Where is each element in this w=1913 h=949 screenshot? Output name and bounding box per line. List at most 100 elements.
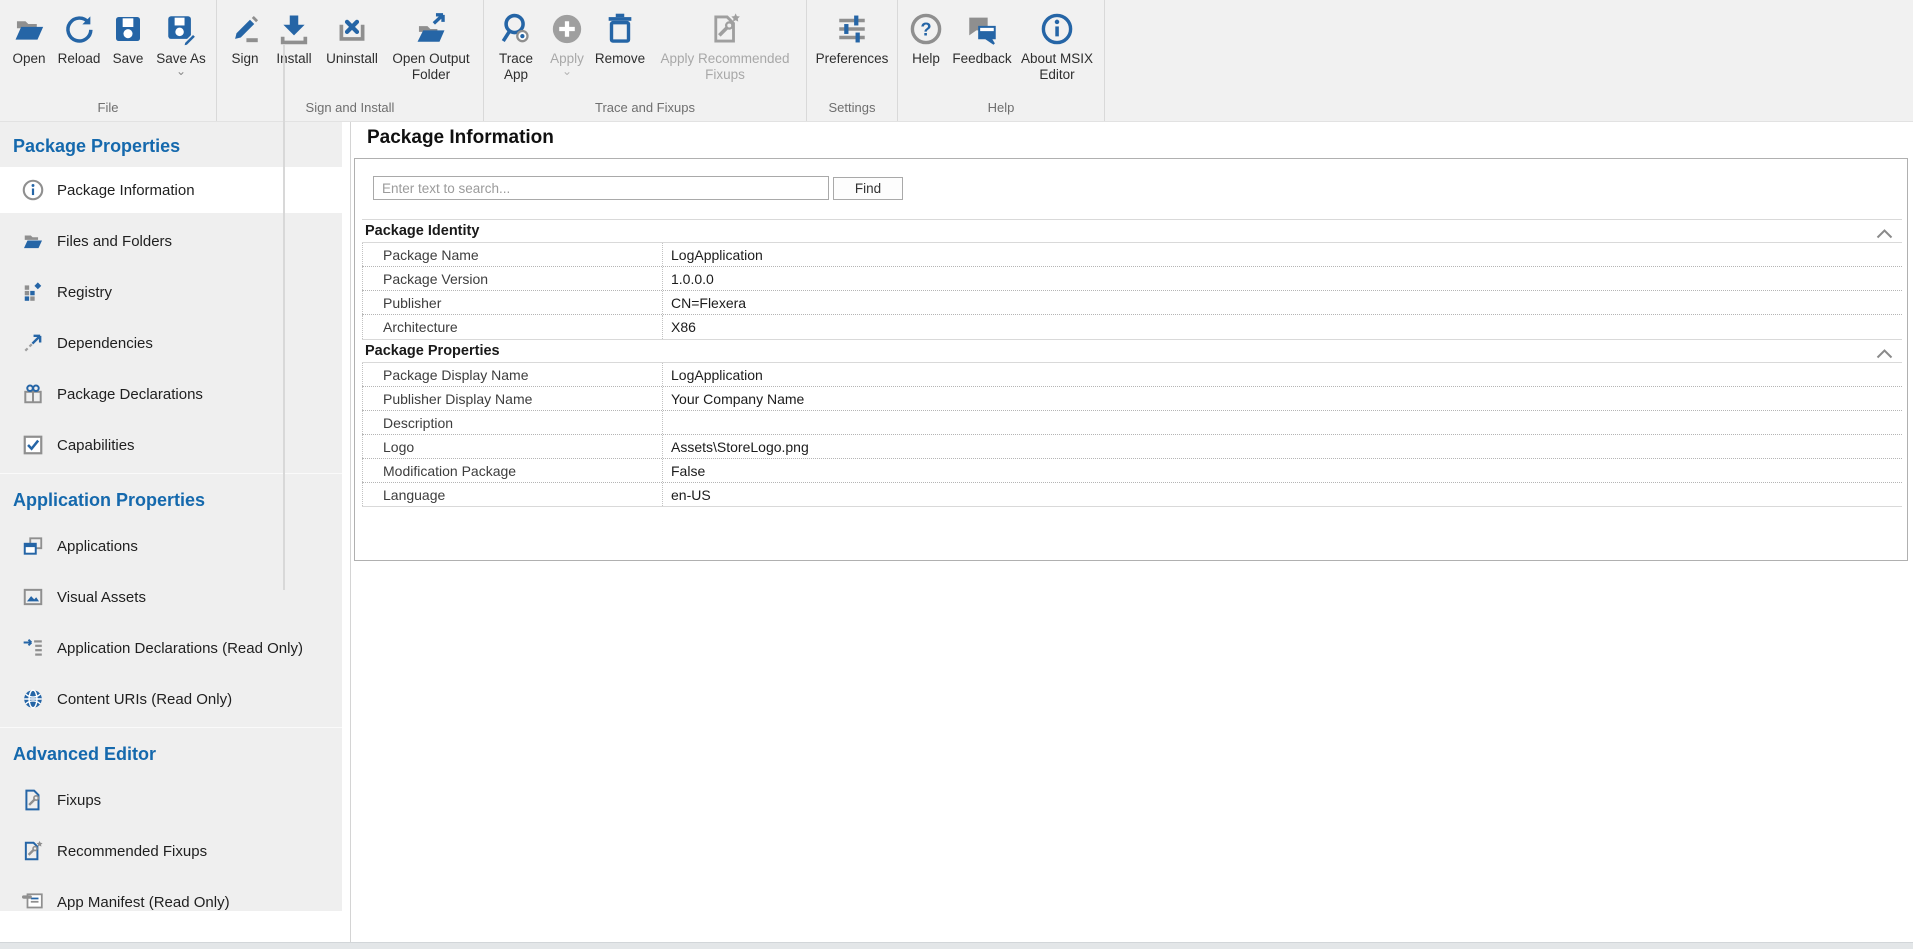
uninstall-x-icon	[333, 9, 371, 49]
remove-button[interactable]: Remove	[591, 0, 649, 67]
gift-box-icon	[22, 383, 44, 405]
search-input[interactable]	[373, 176, 829, 200]
sidebar-scrollbar[interactable]	[283, 45, 285, 590]
ribbon-group-label-settings: Settings	[807, 99, 897, 121]
ribbon-group-help: ? Help Feedback About MSIX Editor Help	[898, 0, 1105, 121]
row-value[interactable]: CN=Flexera	[663, 291, 1902, 314]
table-row-package-name[interactable]: Package Name LogApplication	[362, 243, 1902, 267]
sign-button[interactable]: Sign	[222, 0, 268, 67]
table-row-package-display-name[interactable]: Package Display Name LogApplication	[362, 363, 1902, 387]
open-output-folder-button[interactable]: Open Output Folder	[384, 0, 478, 83]
sidebar-item-label: Applications	[57, 538, 138, 555]
table-row-package-version[interactable]: Package Version 1.0.0.0	[362, 267, 1902, 291]
uninstall-label: Uninstall	[326, 51, 378, 67]
sidebar-item-visual-assets[interactable]: Visual Assets	[0, 574, 342, 620]
row-value[interactable]	[663, 411, 1902, 434]
reload-button[interactable]: Reload	[53, 0, 105, 67]
image-icon	[22, 586, 44, 608]
save-as-button[interactable]: Save As ⌄	[151, 0, 211, 77]
row-value[interactable]: Your Company Name	[663, 387, 1902, 410]
chevron-up-icon[interactable]	[1876, 227, 1893, 243]
feedback-button[interactable]: Feedback	[949, 0, 1015, 67]
sidebar-item-capabilities[interactable]: Capabilities	[0, 422, 342, 468]
row-value[interactable]: False	[663, 459, 1902, 482]
sidebar-item-registry[interactable]: Registry	[0, 269, 342, 315]
row-value[interactable]: en-US	[663, 483, 1902, 506]
section-header-package-identity[interactable]: Package Identity	[362, 219, 1902, 243]
package-information-panel: Find Package Identity Package Name LogAp…	[354, 158, 1908, 561]
row-label: Logo	[362, 435, 663, 458]
open-button[interactable]: Open	[5, 0, 53, 67]
table-row-logo[interactable]: Logo Assets\StoreLogo.png	[362, 435, 1902, 459]
table-row-architecture[interactable]: Architecture X86	[362, 315, 1902, 339]
table-row-modification-package[interactable]: Modification Package False	[362, 459, 1902, 483]
trace-app-icon	[497, 9, 535, 49]
property-grid: Package Identity Package Name LogApplica…	[362, 219, 1902, 507]
trace-app-button[interactable]: Trace App	[489, 0, 543, 83]
sidebar-content-splitter[interactable]	[350, 122, 351, 942]
apply-plus-icon	[548, 9, 586, 49]
ribbon-group-settings: Preferences Settings	[807, 0, 898, 121]
find-button[interactable]: Find	[833, 177, 903, 200]
reload-icon	[60, 9, 98, 49]
sidebar-item-package-information[interactable]: Package Information	[0, 167, 342, 213]
manifest-icon	[22, 891, 44, 911]
install-button[interactable]: Install	[268, 0, 320, 67]
sidebar-item-label: Content URIs (Read Only)	[57, 691, 232, 708]
row-value[interactable]: 1.0.0.0	[663, 267, 1902, 290]
bottom-status-strip	[0, 942, 1913, 949]
row-label: Package Display Name	[362, 363, 663, 386]
table-row-description[interactable]: Description	[362, 411, 1902, 435]
dependency-arrow-icon	[22, 332, 44, 354]
table-row-publisher[interactable]: Publisher CN=Flexera	[362, 291, 1902, 315]
ribbon-group-label-file: File	[0, 99, 216, 121]
save-as-dropdown-chevron[interactable]: ⌄	[176, 67, 186, 77]
row-label: Architecture	[362, 315, 663, 339]
help-question-icon: ?	[907, 9, 945, 49]
save-button[interactable]: Save	[105, 0, 151, 67]
sidebar-navigation: Package Properties Package Information F…	[0, 122, 342, 911]
apply-button[interactable]: Apply ⌄	[543, 0, 591, 77]
help-button[interactable]: ? Help	[903, 0, 949, 67]
sign-label: Sign	[231, 51, 258, 67]
sidebar-item-package-declarations[interactable]: Package Declarations	[0, 371, 342, 417]
preferences-button[interactable]: Preferences	[812, 0, 892, 67]
sidebar-item-label: Visual Assets	[57, 589, 146, 606]
uninstall-button[interactable]: Uninstall	[320, 0, 384, 67]
save-icon	[109, 9, 147, 49]
open-output-folder-label: Open Output Folder	[384, 51, 478, 83]
sidebar-heading-package-properties: Package Properties	[0, 122, 342, 167]
sidebar-item-content-uris[interactable]: Content URIs (Read Only)	[0, 676, 342, 722]
sidebar-item-fixups[interactable]: Fixups	[0, 777, 342, 823]
row-label: Publisher	[362, 291, 663, 314]
sidebar-item-label: Registry	[57, 284, 112, 301]
about-info-icon	[1038, 9, 1076, 49]
row-value[interactable]: LogApplication	[663, 243, 1902, 266]
sidebar-item-recommended-fixups[interactable]: Recommended Fixups	[0, 828, 342, 874]
sidebar-item-label: Fixups	[57, 792, 101, 809]
table-row-language[interactable]: Language en-US	[362, 483, 1902, 507]
row-label: Publisher Display Name	[362, 387, 663, 410]
reload-label: Reload	[58, 51, 101, 67]
sidebar-item-files-and-folders[interactable]: Files and Folders	[0, 218, 342, 264]
row-label: Package Version	[362, 267, 663, 290]
sidebar-item-app-manifest[interactable]: App Manifest (Read Only)	[0, 879, 342, 911]
install-label: Install	[276, 51, 311, 67]
sidebar-item-dependencies[interactable]: Dependencies	[0, 320, 342, 366]
sidebar-heading-advanced-editor: Advanced Editor	[0, 728, 342, 777]
row-value[interactable]: LogApplication	[663, 363, 1902, 386]
about-msix-editor-button[interactable]: About MSIX Editor	[1015, 0, 1099, 83]
remove-trash-icon	[601, 9, 639, 49]
sidebar-item-applications[interactable]: Applications	[0, 523, 342, 569]
section-header-package-properties[interactable]: Package Properties	[362, 339, 1902, 363]
sidebar-item-label: Package Declarations	[57, 386, 203, 403]
row-value[interactable]: Assets\StoreLogo.png	[663, 435, 1902, 458]
app-windows-icon	[22, 535, 44, 557]
chevron-up-icon[interactable]	[1876, 347, 1893, 363]
open-folder-icon	[10, 9, 48, 49]
apply-recommended-fixups-button[interactable]: Apply Recommended Fixups	[649, 0, 801, 83]
recommended-fixups-icon	[706, 9, 744, 49]
row-value[interactable]: X86	[663, 315, 1902, 339]
sidebar-item-application-declarations[interactable]: Application Declarations (Read Only)	[0, 625, 342, 671]
table-row-publisher-display-name[interactable]: Publisher Display Name Your Company Name	[362, 387, 1902, 411]
